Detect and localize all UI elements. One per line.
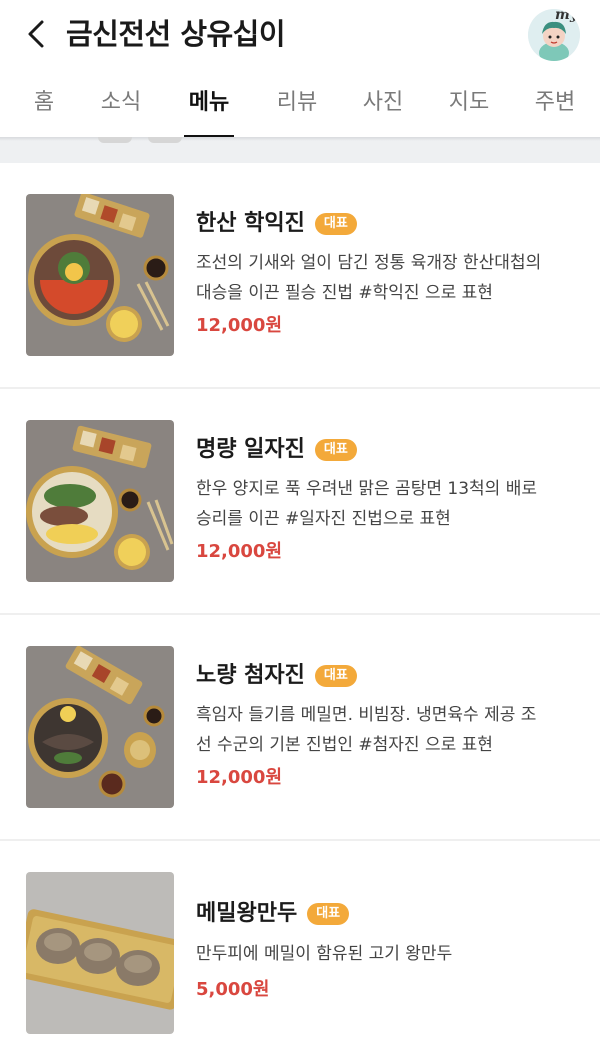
page-title: 금신전선 상유십이 [66, 17, 286, 51]
menu-price: 12,000원 [196, 315, 283, 336]
menu-price: 12,000원 [196, 541, 283, 562]
tab-menu[interactable]: 메뉴 [184, 76, 234, 138]
signature-badge: 대표 [314, 439, 357, 461]
menu-description: 조선의 기새와 얼이 담긴 정통 육개장 한산대첩의 대승을 이끈 필승 진법 … [196, 253, 542, 303]
menu-name: 메밀왕만두 대표 [196, 899, 350, 929]
scroll-peek [98, 137, 132, 143]
menu-item[interactable]: 명량 일자진 대표 한우 양지로 푹 우려낸 맑은 곰탕면 13척의 배로 승리를… [0, 389, 600, 615]
menu-description: 흑임자 들기름 메밀면. 비빔장. 냉면육수 제공 조 선 수군의 기본 진법인… [196, 705, 537, 755]
tab-photos[interactable]: 사진 [360, 76, 406, 138]
back-button[interactable] [18, 14, 54, 54]
menu-name: 노량 첨자진 대표 [196, 661, 357, 691]
profile-avatar[interactable]: my [528, 9, 580, 61]
chevron-left-icon [28, 20, 44, 48]
signature-badge: 대표 [314, 665, 357, 687]
avatar-my-label: my [555, 9, 578, 23]
tab-home[interactable]: 홈 [30, 76, 58, 138]
menu-photo[interactable] [26, 194, 174, 356]
menu-item[interactable]: 한산 학익진 대표 조선의 기새와 얼이 담긴 정통 육개장 한산대첩의 대승을 … [0, 163, 600, 389]
menu-photo[interactable] [26, 420, 174, 582]
menu-item[interactable]: 메밀왕만두 대표 만두피에 메밀이 함유된 고기 왕만두 5,000원 [0, 841, 600, 1056]
menu-description: 만두피에 메밀이 함유된 고기 왕만두 [196, 944, 453, 964]
section-divider [0, 137, 600, 163]
menu-description: 한우 양지로 푹 우려낸 맑은 곰탕면 13척의 배로 승리를 이끈 #일자진 … [196, 479, 537, 529]
menu-price: 12,000원 [196, 767, 283, 788]
menu-photo[interactable] [26, 646, 174, 808]
header-bar: 금신전선 상유십이 my [0, 0, 600, 70]
menu-item[interactable]: 노량 첨자진 대표 흑임자 들기름 메밀면. 비빔장. 냉면육수 제공 조 선 수… [0, 615, 600, 841]
tab-nearby[interactable]: 주변 [532, 76, 578, 138]
signature-badge: 대표 [314, 213, 357, 235]
signature-badge: 대표 [307, 903, 350, 925]
tab-bar: 홈 소식 메뉴 리뷰 사진 지도 주변 [0, 76, 600, 138]
scroll-peek [148, 137, 182, 143]
menu-price: 5,000원 [196, 979, 270, 1000]
tab-news[interactable]: 소식 [98, 76, 144, 138]
menu-name: 한산 학익진 대표 [196, 209, 357, 239]
tab-map[interactable]: 지도 [446, 76, 492, 138]
tab-reviews[interactable]: 리뷰 [274, 76, 320, 138]
menu-name: 명량 일자진 대표 [196, 435, 357, 465]
menu-photo[interactable] [26, 872, 174, 1034]
